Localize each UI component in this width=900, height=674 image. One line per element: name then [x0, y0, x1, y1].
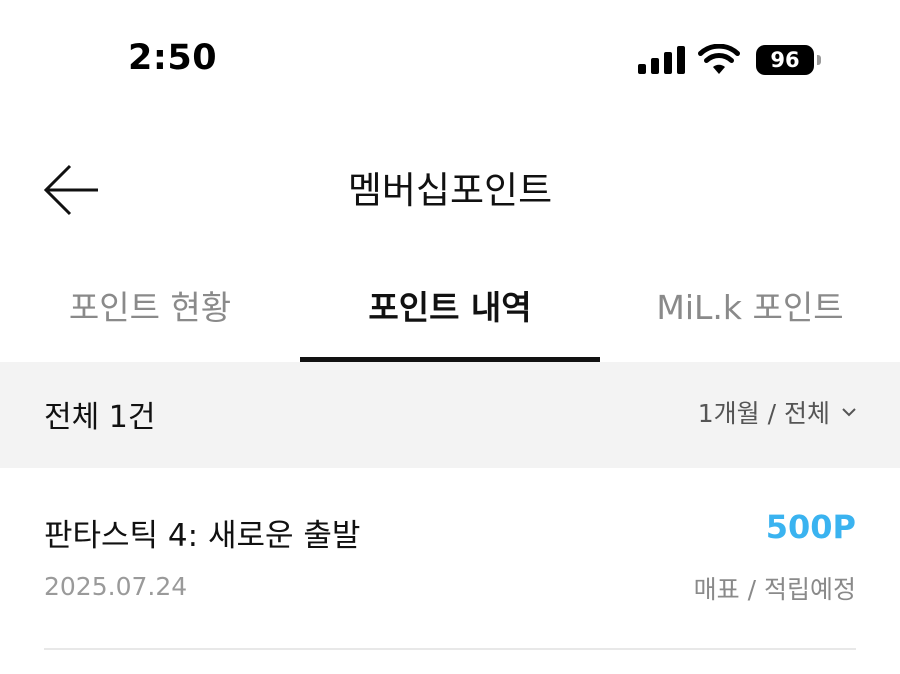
tab-milk-points[interactable]: MiL.k 포인트: [600, 268, 900, 362]
transaction-points: 500P: [765, 508, 856, 546]
transaction-date: 2025.07.24: [44, 572, 188, 601]
tab-point-history[interactable]: 포인트 내역: [300, 268, 600, 362]
transaction-list: 판타스틱 4: 새로운 출발 500P 2025.07.24 매표 / 적립예정: [0, 468, 900, 650]
status-time: 2:50: [128, 38, 218, 78]
period-dropdown[interactable]: 1개월 / 전체: [698, 394, 858, 430]
transaction-title: 판타스틱 4: 새로운 출발: [44, 518, 361, 554]
battery-level: 96: [770, 48, 800, 72]
period-label: 1개월 / 전체: [697, 399, 830, 428]
total-count: 전체 1건: [44, 400, 156, 435]
filter-bar: 전체 1건 1개월 / 전체: [0, 362, 900, 468]
page-header: 멤버십포인트: [0, 140, 900, 236]
battery-icon: 96: [756, 45, 824, 77]
cellular-signal-icon: [638, 46, 685, 74]
wifi-icon: [698, 44, 740, 74]
tab-point-status[interactable]: 포인트 현황: [0, 268, 300, 362]
row-divider: [44, 648, 856, 650]
tab-bar: 포인트 현황 포인트 내역 MiL.k 포인트: [0, 268, 900, 362]
page-title: 멤버십포인트: [347, 169, 553, 212]
transaction-status: 매표 / 적립예정: [693, 575, 856, 604]
status-bar: 2:50 96: [0, 0, 900, 124]
transaction-row[interactable]: 판타스틱 4: 새로운 출발 500P 2025.07.24 매표 / 적립예정: [0, 468, 900, 650]
chevron-down-icon: [842, 408, 856, 417]
